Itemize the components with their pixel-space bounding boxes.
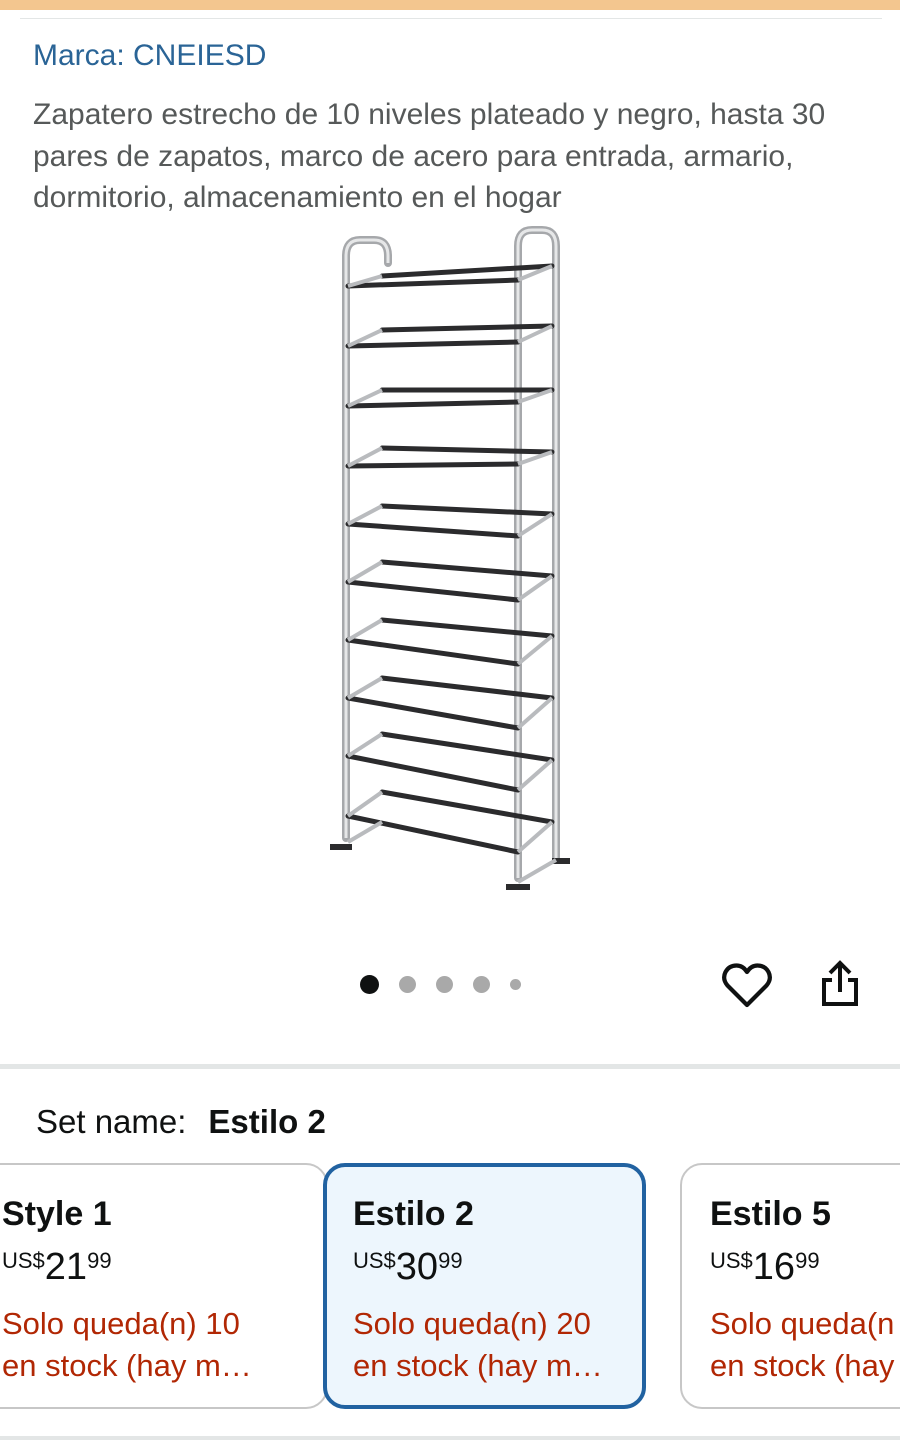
top-accent-strip (0, 0, 900, 10)
price-fraction: 99 (795, 1248, 820, 1273)
price-currency: US$ (710, 1248, 753, 1273)
shoe-rack-image[interactable] (300, 218, 600, 908)
option-name: Estilo 2 (353, 1195, 474, 1233)
section-divider (0, 1064, 900, 1069)
price-whole: 30 (395, 1246, 439, 1288)
carousel-dot[interactable] (436, 975, 453, 993)
stock-line-1: Solo queda(n (710, 1306, 895, 1341)
stock-line-2: en stock (hay m… (2, 1348, 252, 1383)
variation-label: Set name: (36, 1103, 187, 1140)
price-fraction: 99 (87, 1248, 112, 1273)
carousel-dot[interactable] (399, 975, 416, 993)
option-name: Style 1 (2, 1195, 112, 1233)
carousel-dot[interactable] (473, 975, 490, 993)
product-title: Zapatero estrecho de 10 niveles plateado… (33, 98, 826, 214)
price-currency: US$ (2, 1248, 45, 1273)
variation-option-estilo-5[interactable]: Estilo 5 US$1699 Solo queda(n en stock (… (680, 1163, 900, 1409)
stock-line-2: en stock (hay m… (353, 1348, 603, 1383)
option-stock: Solo queda(n) 10 en stock (hay m… (2, 1303, 292, 1387)
price-currency: US$ (353, 1248, 396, 1273)
option-name: Estilo 5 (710, 1195, 831, 1233)
variation-selected-value: Estilo 2 (208, 1103, 326, 1140)
variation-option-style-1[interactable]: Style 1 US$2199 Solo queda(n) 10 en stoc… (0, 1163, 328, 1409)
option-stock: Solo queda(n en stock (hay (710, 1303, 900, 1387)
share-button[interactable] (812, 958, 866, 1012)
heart-icon (722, 963, 772, 1008)
carousel-dot[interactable] (510, 978, 521, 990)
stock-line-1: Solo queda(n) 20 (353, 1306, 591, 1341)
option-price: US$3099 (353, 1247, 616, 1295)
top-divider (20, 18, 882, 19)
price-fraction: 99 (438, 1248, 463, 1273)
carousel-dot[interactable] (360, 974, 379, 994)
variation-option-estilo-2[interactable]: Estilo 2 US$3099 Solo queda(n) 20 en sto… (323, 1163, 646, 1409)
option-price: US$1699 (710, 1247, 890, 1295)
wishlist-button[interactable] (720, 958, 774, 1012)
price-whole: 21 (44, 1246, 88, 1288)
brand-link[interactable]: Marca: CNEIESD (33, 36, 266, 76)
stock-line-1: Solo queda(n) 10 (2, 1306, 240, 1341)
variation-header: Set name: Estilo 2 (36, 1100, 326, 1144)
share-icon (822, 960, 858, 1006)
option-price: US$2199 (2, 1247, 298, 1295)
option-stock: Solo queda(n) 20 en stock (hay m… (353, 1303, 642, 1387)
price-whole: 16 (752, 1246, 796, 1288)
bottom-divider (0, 1436, 900, 1440)
stock-line-2: en stock (hay (710, 1348, 895, 1383)
carousel-indicator (360, 968, 541, 1000)
